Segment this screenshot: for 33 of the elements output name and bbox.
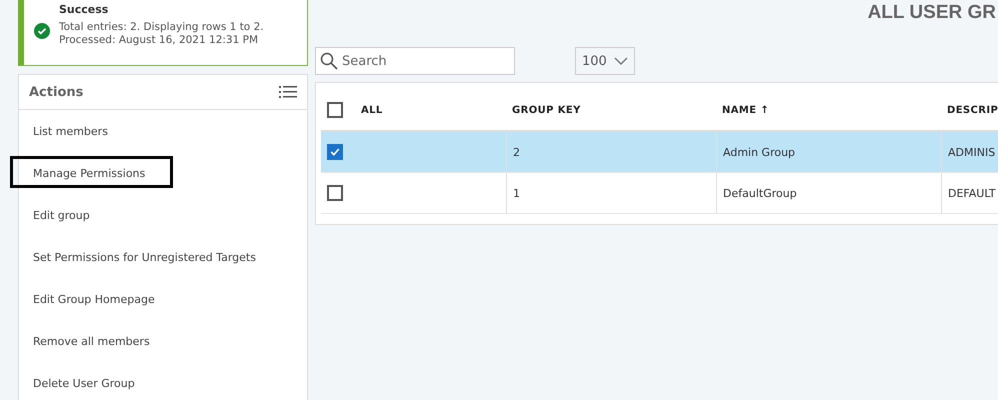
- column-header[interactable]: NAME ↑: [722, 104, 770, 116]
- action-link[interactable]: Delete User Group: [33, 376, 135, 390]
- action-link[interactable]: Edit group: [33, 208, 90, 222]
- action-link[interactable]: Manage Permissions: [33, 166, 146, 180]
- page-size-select[interactable]: 100: [575, 47, 635, 75]
- table-cell: DEFAULT: [948, 186, 996, 200]
- table-cell: Admin Group: [723, 146, 796, 158]
- table-cell: 2: [513, 146, 520, 158]
- table-cell: ADMINIS: [948, 146, 996, 158]
- action-link[interactable]: Remove all members: [33, 334, 150, 348]
- search-field[interactable]: Search: [315, 47, 515, 75]
- row-checkbox[interactable]: [327, 185, 343, 201]
- list-icon[interactable]: [279, 85, 297, 99]
- search-icon: [320, 52, 338, 70]
- action-link[interactable]: List members: [33, 124, 108, 138]
- success-icon: [34, 23, 50, 39]
- page-title: ALL USER GR: [868, 2, 996, 24]
- column-header[interactable]: DESCRIP: [947, 104, 998, 116]
- row-checkbox[interactable]: [327, 144, 343, 160]
- column-header: ALL: [361, 104, 383, 116]
- panel-title: Actions: [29, 84, 84, 100]
- table-row[interactable]: 1 DefaultGroup DEFAULT: [321, 173, 998, 214]
- chevron-icon: [614, 57, 628, 65]
- column-header[interactable]: GROUP KEY: [512, 104, 581, 116]
- notification-title: Success: [59, 3, 110, 16]
- table-row[interactable]: 2 Admin Group ADMINIS: [321, 132, 998, 173]
- table-cell: 1: [513, 186, 520, 200]
- table-cell: DefaultGroup: [723, 186, 797, 200]
- notification-text: Total entries: 2. Displaying rows 1 to 2.: [59, 21, 264, 34]
- action-link[interactable]: Edit Group Homepage: [33, 292, 155, 306]
- notification-text: Processed: August 16, 2021 12:31 PM: [59, 34, 259, 47]
- action-link[interactable]: Set Permissions for Unregistered Targets: [33, 250, 256, 264]
- select-all-checkbox[interactable]: [327, 102, 343, 118]
